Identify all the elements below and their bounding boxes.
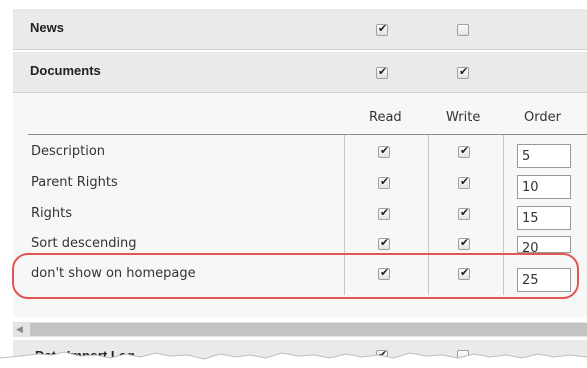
field-label: Description: [31, 144, 106, 159]
description-order-input[interactable]: 5: [517, 144, 571, 168]
documents-write-checkbox[interactable]: [457, 65, 469, 79]
section-label-news: News: [30, 20, 64, 35]
rights-write-checkbox[interactable]: [458, 206, 470, 220]
field-label: Parent Rights: [31, 175, 118, 190]
section-row-documents[interactable]: Documents: [13, 52, 587, 93]
sort-descending-read-checkbox[interactable]: [378, 236, 390, 250]
highlight-callout: [12, 253, 579, 299]
column-header-read: Read: [369, 110, 402, 125]
documents-read-checkbox[interactable]: [376, 65, 388, 79]
news-read-checkbox[interactable]: [376, 22, 388, 36]
scroll-thumb[interactable]: [30, 323, 587, 336]
horizontal-scrollbar[interactable]: ◀: [13, 322, 587, 337]
rights-order-input[interactable]: 15: [517, 206, 571, 230]
section-label-documents: Documents: [30, 63, 101, 78]
parent-rights-write-checkbox[interactable]: [458, 175, 470, 189]
column-header-write: Write: [446, 110, 481, 125]
sort-descending-order-input[interactable]: 20: [517, 236, 571, 253]
permissions-panel: News Documents Read Write Order Descript…: [0, 0, 587, 368]
news-write-checkbox[interactable]: [457, 24, 469, 36]
description-read-checkbox[interactable]: [378, 144, 390, 158]
parent-rights-order-input[interactable]: 10: [517, 175, 571, 199]
sort-descending-write-checkbox[interactable]: [458, 236, 470, 250]
column-header-order: Order: [524, 110, 561, 125]
field-label: Rights: [31, 206, 73, 221]
description-write-checkbox[interactable]: [458, 144, 470, 158]
rights-read-checkbox[interactable]: [378, 206, 390, 220]
scroll-left-icon[interactable]: ◀: [13, 322, 26, 337]
torn-edge: [0, 351, 587, 368]
parent-rights-read-checkbox[interactable]: [378, 175, 390, 189]
section-row-news[interactable]: News: [13, 9, 587, 50]
field-label: Sort descending: [31, 236, 137, 251]
